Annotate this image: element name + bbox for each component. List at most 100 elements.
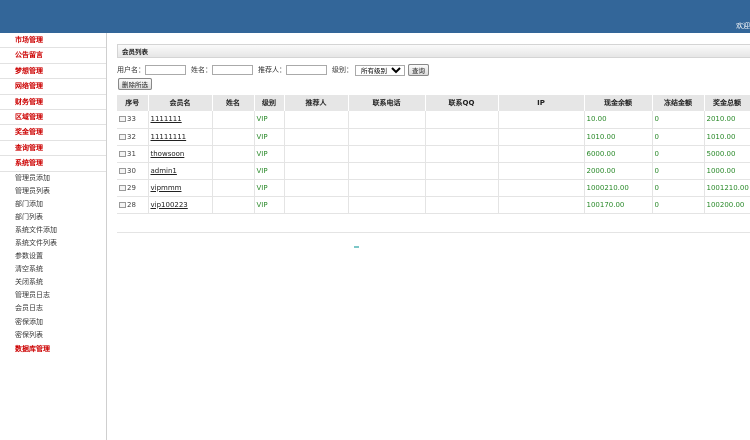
- level-label: 级别：: [332, 66, 353, 74]
- referrer-cell: [284, 162, 349, 180]
- sidebar-group-notice[interactable]: 公告留言: [0, 48, 106, 64]
- welcome-text: 欢迎: [736, 22, 750, 30]
- qq-cell: [425, 145, 499, 163]
- sidebar-group-dream[interactable]: 梦想管理: [0, 63, 106, 80]
- member-link[interactable]: thowsoon: [148, 145, 213, 163]
- toolbar: 删除所选: [118, 78, 152, 90]
- sidebar-item-dept-list[interactable]: 部门列表: [0, 211, 106, 224]
- delete-selected-button[interactable]: 删除所选: [118, 78, 152, 90]
- level-cell: VIP: [254, 111, 285, 129]
- row-id: 31: [127, 149, 136, 158]
- referrer-cell: [284, 179, 349, 197]
- sidebar-item-dept-add[interactable]: 部门添加: [0, 198, 106, 211]
- phone-cell: [348, 145, 426, 163]
- frozen-cell: 0: [652, 179, 705, 197]
- row-id: 28: [127, 200, 136, 209]
- sidebar-item-clear-system[interactable]: 清空系统: [0, 263, 106, 276]
- column-header: 推荐人: [284, 95, 349, 111]
- sidebar-group-network[interactable]: 网络管理: [0, 79, 106, 95]
- phone-cell: [348, 196, 426, 214]
- sidebar-group-market[interactable]: 市场管理: [0, 33, 106, 49]
- sidebar-group-finance[interactable]: 财务管理: [0, 94, 106, 110]
- row-id: 32: [127, 132, 136, 141]
- frozen-cell: 0: [652, 162, 705, 180]
- row-checkbox[interactable]: [119, 201, 126, 208]
- column-header: 序号: [117, 95, 149, 111]
- column-header: 级别: [254, 95, 285, 111]
- sidebar-item-security-add[interactable]: 密保添加: [0, 316, 106, 329]
- username-input[interactable]: [145, 65, 186, 75]
- name-input[interactable]: [212, 65, 253, 75]
- sidebar-item-admin-add[interactable]: 管理员添加: [0, 172, 106, 185]
- level-cell: VIP: [254, 179, 285, 197]
- qq-cell: [425, 162, 499, 180]
- column-header: IP: [498, 95, 585, 111]
- column-header: 会员名: [148, 95, 213, 111]
- row-checkbox[interactable]: [119, 150, 126, 157]
- row-id: 30: [127, 166, 136, 175]
- bonus-cell: 5000.00: [704, 145, 750, 163]
- cash-cell: 1010.00: [584, 128, 653, 146]
- table-row: 29 vipmmm VIP 1000210.00 0 1001210.00: [117, 179, 750, 197]
- sidebar: 市场管理 公告留言 梦想管理 网络管理 财务管理 区域管理 奖金管理 查询管理 …: [0, 33, 107, 440]
- level-cell: VIP: [254, 145, 285, 163]
- member-link[interactable]: 11111111: [148, 128, 213, 146]
- ip-cell: [498, 162, 585, 180]
- referrer-cell: [284, 196, 349, 214]
- id-cell: 28: [117, 196, 149, 214]
- sidebar-item-sysfile-add[interactable]: 系统文件添加: [0, 224, 106, 237]
- sidebar-group-region[interactable]: 区域管理: [0, 109, 106, 126]
- cash-cell: 2000.00: [584, 162, 653, 180]
- id-cell: 32: [117, 128, 149, 146]
- column-header: 奖金总额: [704, 95, 750, 111]
- sidebar-group-system[interactable]: 系统管理: [0, 156, 106, 172]
- member-link[interactable]: 1111111: [148, 111, 213, 129]
- referrer-cell: [284, 111, 349, 129]
- sidebar-group-query[interactable]: 查询管理: [0, 140, 106, 157]
- sidebar-item-sysfile-list[interactable]: 系统文件列表: [0, 237, 106, 250]
- bonus-cell: 1010.00: [704, 128, 750, 146]
- row-checkbox[interactable]: [119, 184, 126, 191]
- name-cell: [212, 179, 255, 197]
- sidebar-item-admin-list[interactable]: 管理员列表: [0, 185, 106, 198]
- table-row: 30 admin1 VIP 2000.00 0 1000.00: [117, 162, 750, 180]
- qq-cell: [425, 196, 499, 214]
- ip-cell: [498, 196, 585, 214]
- level-select[interactable]: 所有级别: [355, 64, 405, 76]
- row-checkbox[interactable]: [119, 133, 126, 140]
- member-link[interactable]: vip100223: [148, 196, 213, 214]
- sidebar-group-bonus[interactable]: 奖金管理: [0, 125, 106, 141]
- sidebar-item-security-list[interactable]: 密保列表: [0, 329, 106, 342]
- top-banner: 欢迎: [0, 0, 750, 33]
- table-row: 33 1111111 VIP 10.00 0 2010.00: [117, 111, 750, 129]
- member-link[interactable]: admin1: [148, 162, 213, 180]
- column-header: 现金余额: [584, 95, 653, 111]
- name-cell: [212, 111, 255, 129]
- member-link[interactable]: vipmmm: [148, 179, 213, 197]
- bonus-cell: 1001210.00: [704, 179, 750, 197]
- sidebar-group-database[interactable]: 数据库管理: [0, 342, 106, 356]
- name-cell: [212, 128, 255, 146]
- bonus-cell: 2010.00: [704, 111, 750, 129]
- row-checkbox[interactable]: [119, 167, 126, 174]
- row-checkbox[interactable]: [119, 116, 126, 123]
- table-header-row: 序号 会员名 姓名 级别 推荐人 联系电话 联系QQ IP 现金余额 冻结金额 …: [117, 95, 750, 111]
- sidebar-item-admin-log[interactable]: 管理员日志: [0, 289, 106, 302]
- sidebar-item-params[interactable]: 参数设置: [0, 250, 106, 263]
- name-label: 姓名：: [191, 66, 212, 74]
- ip-cell: [498, 145, 585, 163]
- username-label: 用户名：: [117, 66, 145, 74]
- main-content: 会员列表 用户名： 姓名： 推荐人： 级别： 所有级别 查询 删除所选 序号 会…: [117, 44, 750, 233]
- table-footer-row: [117, 213, 750, 233]
- panel-title: 会员列表: [117, 44, 750, 58]
- referrer-input[interactable]: [286, 65, 327, 75]
- cash-cell: 6000.00: [584, 145, 653, 163]
- frozen-cell: 0: [652, 111, 705, 129]
- frozen-cell: 0: [652, 196, 705, 214]
- name-cell: [212, 196, 255, 214]
- bonus-cell: 100200.00: [704, 196, 750, 214]
- query-button[interactable]: 查询: [408, 64, 429, 76]
- id-cell: 33: [117, 111, 149, 129]
- sidebar-item-close-system[interactable]: 关闭系统: [0, 276, 106, 289]
- sidebar-item-member-log[interactable]: 会员日志: [0, 302, 106, 315]
